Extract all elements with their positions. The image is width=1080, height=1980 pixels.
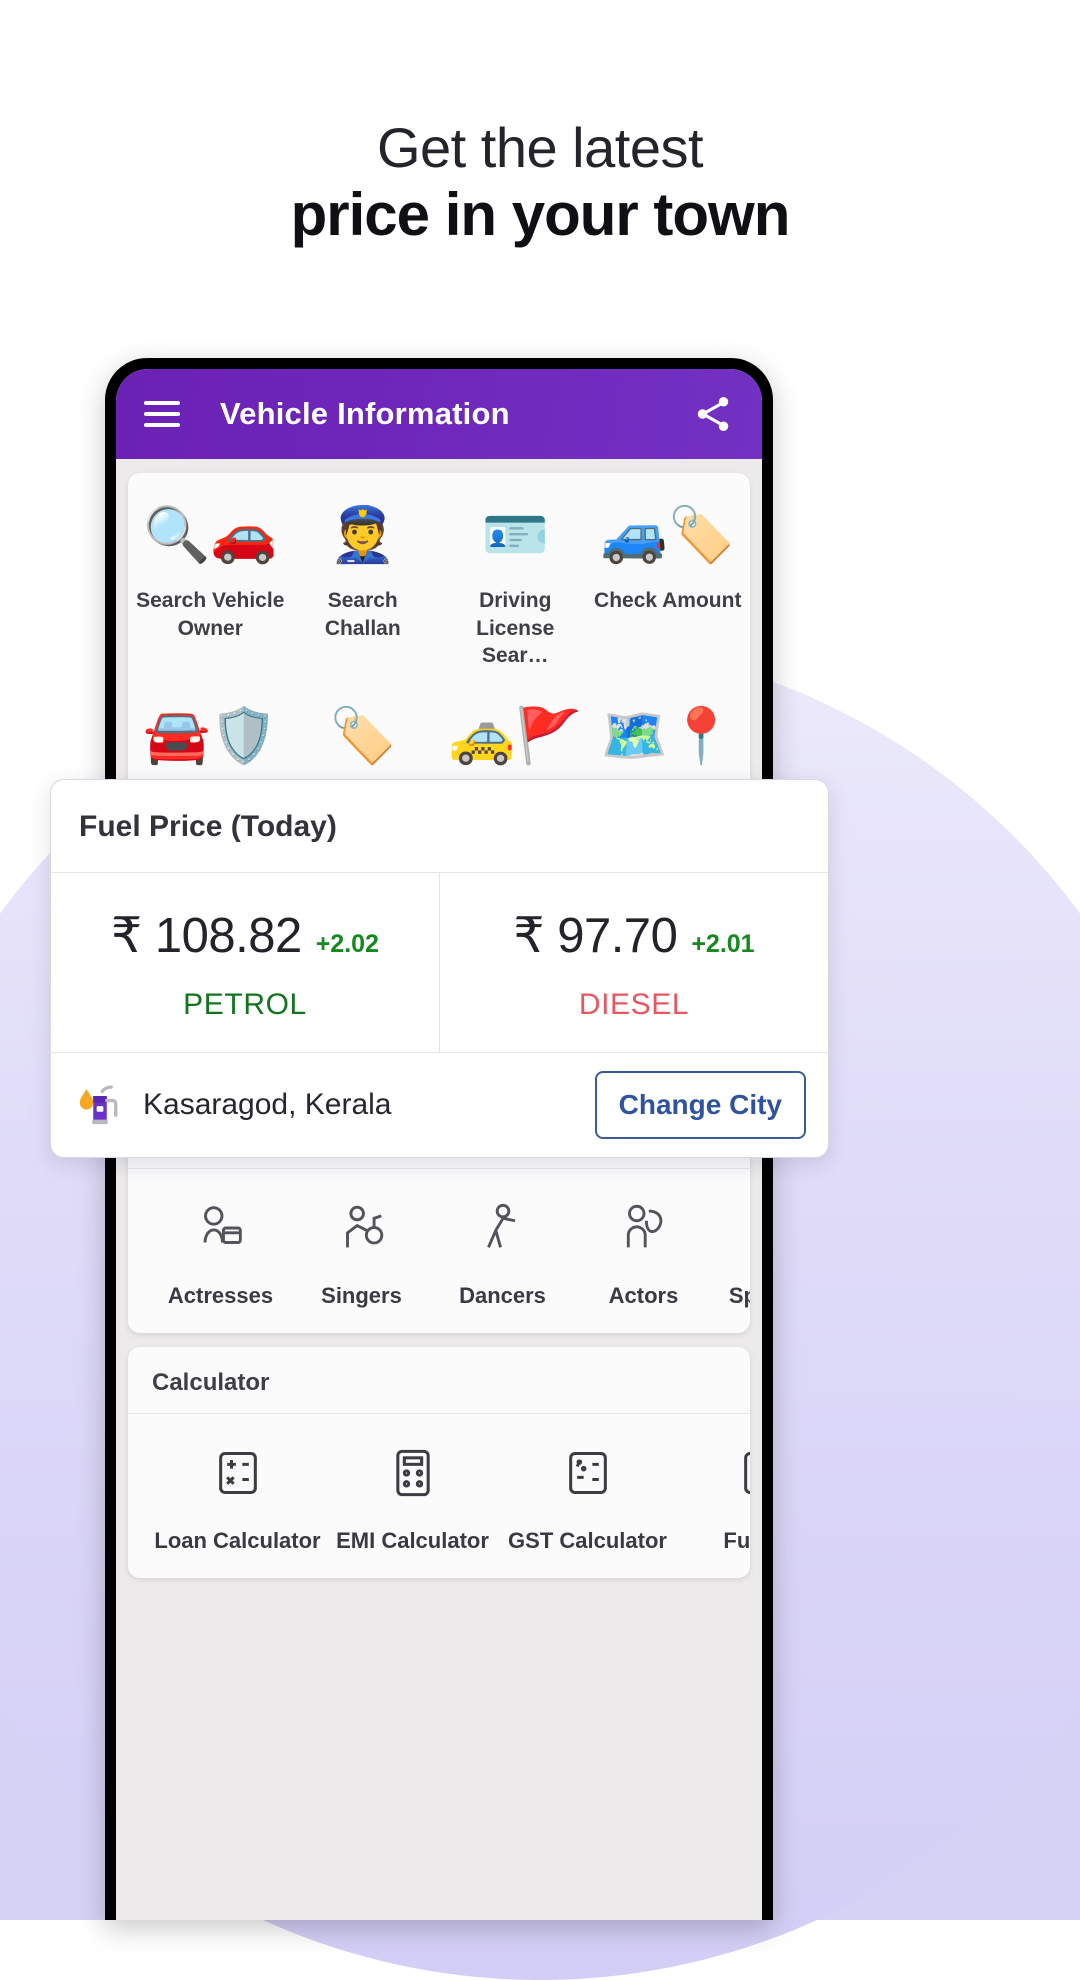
app-bar: Vehicle Information xyxy=(116,369,762,459)
fuel-price-body: ₹ 108.82 +2.02 PETROL ₹ 97.70 +2.01 DIES… xyxy=(51,873,828,1052)
fuel-expense-calculator-icon xyxy=(737,1434,750,1512)
dancer-icon xyxy=(474,1189,532,1267)
service-label: Search Vehicle Owner xyxy=(136,589,285,640)
gst-calculator-icon xyxy=(562,1434,614,1512)
diesel-change: +2.01 xyxy=(691,930,755,958)
celebrity-label: Sports Per xyxy=(728,1282,750,1308)
car-route-flag-icon: 🚕🚩 xyxy=(448,705,583,766)
calculator-item-gst[interactable]: GST Calculator xyxy=(500,1434,675,1554)
page-title: Vehicle Information xyxy=(220,396,510,431)
petrol-label: PETROL xyxy=(183,988,307,1021)
celebrity-item-dancers[interactable]: Dancers xyxy=(432,1189,573,1309)
fuel-card-title: Fuel Price (Today) xyxy=(51,780,828,873)
magnifier-car-icon: 🔍🚗 xyxy=(143,504,278,565)
diesel-label: DIESEL xyxy=(578,988,690,1021)
calculator-label: Fuel Ex xyxy=(723,1527,750,1553)
service-tile-driving-license-search[interactable]: 🪪 Driving License Sear… xyxy=(439,497,592,670)
promo-headline: Get the latest price in your town xyxy=(0,116,1080,252)
fuel-price-card: Fuel Price (Today) ₹ 108.82 +2.02 PETROL… xyxy=(50,779,829,1158)
car-shield-icon: 🚘🛡️ xyxy=(143,705,278,766)
service-tile-search-vehicle-owner[interactable]: 🔍🚗 Search Vehicle Owner xyxy=(134,497,287,670)
emi-calculator-icon xyxy=(387,1434,439,1512)
change-city-button[interactable]: Change City xyxy=(594,1071,806,1139)
hamburger-menu-icon[interactable] xyxy=(144,401,180,427)
actress-icon xyxy=(192,1189,250,1267)
calculator-item-emi[interactable]: EMI Calculator xyxy=(325,1434,500,1554)
calculator-item-loan[interactable]: Loan Calculator xyxy=(150,1434,325,1554)
police-officer-icon: 👮 xyxy=(329,504,397,565)
fuel-pump-icon xyxy=(79,1085,118,1125)
celebrity-item-actresses[interactable]: Actresses xyxy=(150,1189,291,1309)
celebrity-label: Actresses xyxy=(167,1282,274,1308)
service-label: Driving License Sear… xyxy=(476,589,555,668)
calculator-label: EMI Calculator xyxy=(336,1527,489,1553)
diesel-price: ₹ 97.70 xyxy=(513,909,678,963)
headline-line-1: Get the latest xyxy=(376,116,704,179)
headline-line-2: price in your town xyxy=(290,181,791,249)
best-price-tag-icon: 🏷️ xyxy=(329,705,397,766)
service-label: Search Challan xyxy=(324,589,401,640)
share-icon[interactable] xyxy=(692,393,734,435)
calculator-strip[interactable]: Loan Calculator EMI Calculator GST Calcu… xyxy=(128,1412,750,1578)
loan-calculator-icon xyxy=(212,1434,264,1512)
calculator-label: GST Calculator xyxy=(508,1527,667,1553)
route-pin-icon: 🗺️📍 xyxy=(600,705,735,766)
license-card-car-icon: 🪪 xyxy=(481,504,549,565)
car-price-tag-icon: 🚙🏷️ xyxy=(600,504,735,565)
petrol-price-line: ₹ 108.82 +2.02 xyxy=(61,907,429,964)
petrol-price: ₹ 108.82 xyxy=(111,909,302,963)
actor-masks-icon xyxy=(615,1189,673,1267)
screen-content: 🔍🚗 Search Vehicle Owner 👮 Search Challan… xyxy=(116,459,762,1920)
fuel-card-footer: Kasaragod, Kerala Change City xyxy=(51,1052,828,1157)
calculator-card: Calculator Loan Calculator EMI Calculato… xyxy=(128,1346,750,1578)
petrol-change: +2.02 xyxy=(315,930,379,958)
singer-guitar-icon xyxy=(333,1189,391,1267)
celebrity-label: Actors xyxy=(608,1282,679,1308)
celebrity-label: Singers xyxy=(321,1282,402,1308)
service-tile-search-challan[interactable]: 👮 Search Challan xyxy=(287,497,440,670)
service-label: Check Amount xyxy=(594,589,742,612)
calculator-label: Loan Calculator xyxy=(154,1527,321,1553)
celebrity-item-singers[interactable]: Singers xyxy=(291,1189,432,1309)
calculator-section-title: Calculator xyxy=(152,1368,270,1396)
celebrity-item-sports-person[interactable]: Sports Per xyxy=(714,1189,750,1309)
diesel-price-line: ₹ 97.70 +2.01 xyxy=(450,907,818,964)
diesel-column: ₹ 97.70 +2.01 DIESEL xyxy=(440,873,828,1052)
services-row-1: 🔍🚗 Search Vehicle Owner 👮 Search Challan… xyxy=(128,473,750,688)
celebrity-strip[interactable]: Actresses Singers Dancers Actors S xyxy=(128,1167,750,1333)
celebrity-label: Dancers xyxy=(459,1282,546,1308)
petrol-column: ₹ 108.82 +2.02 PETROL xyxy=(51,873,440,1052)
calculator-item-fuel-expense[interactable]: Fuel Ex xyxy=(675,1434,750,1554)
service-tile-check-amount[interactable]: 🚙🏷️ Check Amount xyxy=(592,497,745,670)
fuel-location: Kasaragod, Kerala xyxy=(143,1088,392,1121)
celebrity-item-actors[interactable]: Actors xyxy=(573,1189,714,1309)
